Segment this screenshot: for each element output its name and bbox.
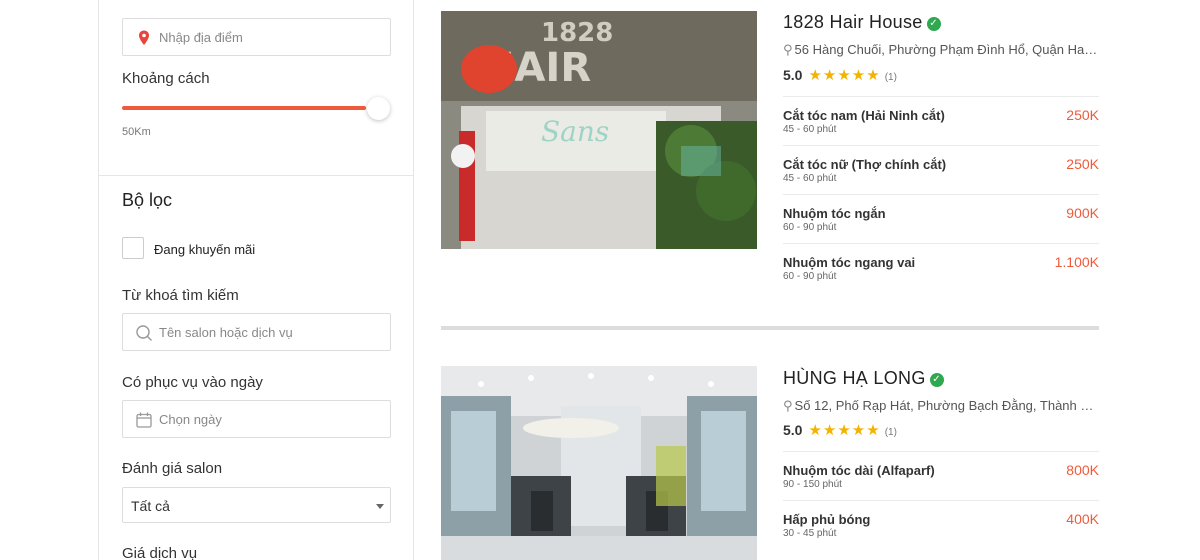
keyword-label: Từ khoá tìm kiếm	[122, 287, 239, 304]
rating-select-value: Tất cả	[131, 498, 170, 514]
distance-slider-handle[interactable]	[367, 97, 390, 120]
review-count: (1)	[884, 427, 897, 438]
salon-interior-image	[441, 366, 757, 560]
filter-sidebar: Khoảng cách 50Km Bộ lọc Đang khuyến mãi …	[98, 0, 414, 560]
star-rating-icon: ★★★★★	[808, 67, 881, 84]
service-duration: 45 - 60 phút	[783, 124, 837, 135]
location-field[interactable]	[122, 18, 391, 56]
service-row[interactable]: Cắt tóc nam (Hải Ninh cắt) 45 - 60 phút …	[783, 96, 1099, 145]
service-price: 250K	[1066, 156, 1099, 172]
distance-value: 50Km	[122, 126, 151, 138]
location-section: Khoảng cách 50Km	[99, 0, 413, 176]
map-marker-icon: ⚲	[783, 42, 793, 57]
service-name: Nhuộm tóc ngang vai	[783, 255, 916, 270]
promo-label[interactable]: Đang khuyến mãi	[154, 242, 255, 257]
service-duration: 90 - 150 phút	[783, 479, 842, 490]
service-row[interactable]: Hấp phủ bóng 30 - 45 phút 400K	[783, 500, 1099, 549]
star-rating-icon: ★★★★★	[808, 422, 881, 439]
service-row[interactable]: Cắt tóc nữ (Thợ chính cắt) 45 - 60 phút …	[783, 145, 1099, 194]
rating-select[interactable]: Tất cả	[122, 487, 391, 523]
caret-down-icon	[376, 504, 384, 509]
verified-check-icon: ✓	[926, 17, 941, 31]
date-field[interactable]	[122, 400, 391, 438]
service-name: Nhuộm tóc ngắn	[783, 206, 886, 221]
date-label: Có phục vụ vào ngày	[122, 374, 263, 391]
search-icon	[136, 325, 152, 341]
service-duration: 60 - 90 phút	[783, 271, 837, 282]
salon-address-text: Số 12, Phố Rạp Hát, Phường Bạch Đằng, Th…	[794, 398, 1099, 413]
salon-storefront-image: Sans HAIR 1828	[441, 11, 757, 249]
distance-slider-track[interactable]	[122, 106, 366, 110]
salon-name-text[interactable]: HÙNG HẠ LONG	[783, 368, 926, 388]
salon-name[interactable]: HÙNG HẠ LONG ✓	[783, 368, 944, 389]
svg-text:Sans: Sans	[541, 115, 609, 148]
salon-photo[interactable]	[441, 366, 757, 560]
rating-value: 5.0	[783, 422, 803, 438]
filter-title: Bộ lọc	[122, 190, 173, 210]
map-marker-icon: ⚲	[783, 398, 793, 413]
salon-address: ⚲ 56 Hàng Chuối, Phường Phạm Đình Hổ, Quậ…	[783, 42, 1099, 58]
keyword-field[interactable]	[122, 313, 391, 351]
calendar-icon	[136, 412, 152, 428]
service-price: 1.100K	[1054, 254, 1099, 270]
service-price: 400K	[1066, 511, 1099, 527]
distance-label: Khoảng cách	[122, 70, 210, 87]
price-filter-label: Giá dịch vụ	[122, 545, 198, 560]
promo-checkbox[interactable]	[122, 237, 144, 259]
salon-photo[interactable]: Sans HAIR 1828	[441, 11, 757, 249]
service-name: Cắt tóc nam (Hải Ninh cắt)	[783, 108, 945, 123]
rating-filter-label: Đánh giá salon	[122, 460, 223, 477]
listing-divider	[441, 326, 1099, 330]
service-row[interactable]: Nhuộm tóc dài (Alfaparf) 90 - 150 phút 8…	[783, 451, 1099, 500]
service-duration: 30 - 45 phút	[783, 528, 837, 539]
service-duration: 60 - 90 phút	[783, 222, 837, 233]
service-price: 900K	[1066, 205, 1099, 221]
service-row[interactable]: Nhuộm tóc ngang vai 60 - 90 phút 1.100K	[783, 243, 1099, 292]
review-count: (1)	[884, 72, 897, 83]
location-input[interactable]	[159, 19, 384, 55]
service-price: 250K	[1066, 107, 1099, 123]
salon-rating: 5.0 ★★★★★ (1)	[783, 421, 897, 439]
service-row[interactable]: Nhuộm tóc ngắn 60 - 90 phút 900K	[783, 194, 1099, 243]
verified-check-icon: ✓	[929, 373, 944, 387]
service-name: Hấp phủ bóng	[783, 512, 871, 527]
service-duration: 45 - 60 phút	[783, 173, 837, 184]
service-price: 800K	[1066, 462, 1099, 478]
rating-value: 5.0	[783, 67, 803, 83]
salon-name-text[interactable]: 1828 Hair House	[783, 12, 923, 32]
svg-text:1828: 1828	[541, 18, 613, 48]
salon-address: ⚲ Số 12, Phố Rạp Hát, Phường Bạch Đằng, T…	[783, 398, 1099, 414]
salon-rating: 5.0 ★★★★★ (1)	[783, 66, 897, 84]
service-name: Cắt tóc nữ (Thợ chính cắt)	[783, 157, 947, 172]
salon-address-text: 56 Hàng Chuối, Phường Phạm Đình Hổ, Quận…	[794, 42, 1099, 57]
map-pin-icon	[139, 30, 149, 45]
keyword-input[interactable]	[159, 314, 384, 350]
date-input[interactable]	[159, 401, 384, 437]
service-name: Nhuộm tóc dài (Alfaparf)	[783, 463, 935, 478]
salon-name[interactable]: 1828 Hair House ✓	[783, 12, 941, 33]
